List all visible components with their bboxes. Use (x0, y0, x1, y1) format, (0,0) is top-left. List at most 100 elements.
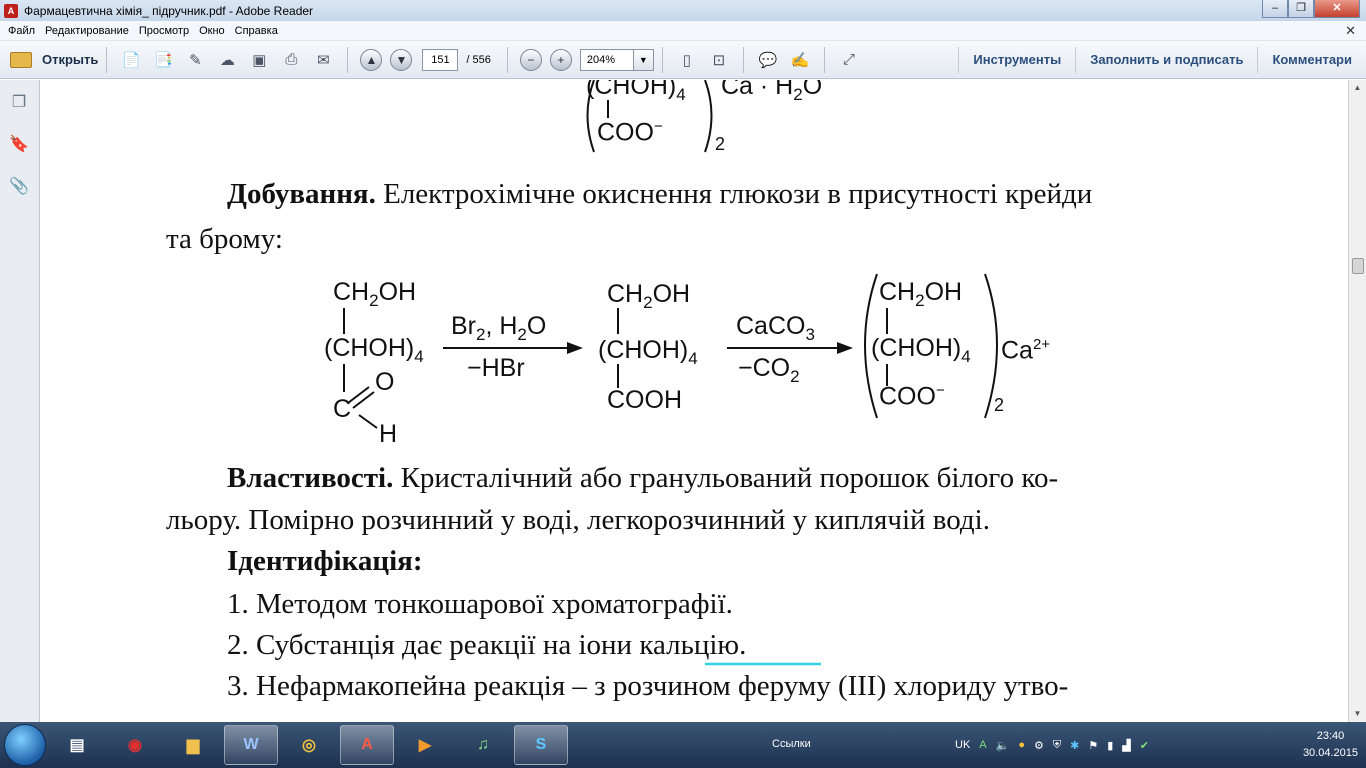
clock[interactable]: 23:40 30.04.2015 (1303, 728, 1358, 762)
tray-a-icon[interactable]: A (979, 739, 986, 751)
comments-tab[interactable]: Комментари (1257, 47, 1366, 73)
maximize-button[interactable]: ❐ (1288, 0, 1314, 18)
window-title: Фармацевтична хімія_ підручник.pdf - Ado… (24, 3, 314, 18)
menu-edit[interactable]: Редактирование (45, 25, 129, 37)
full-screen-icon[interactable]: ⤢ (837, 49, 861, 71)
toolbar-divider (661, 46, 663, 73)
zoom-out-icon[interactable]: − (519, 48, 542, 71)
clock-time: 23:40 (1316, 730, 1345, 742)
scroll-thumb[interactable] (1352, 258, 1364, 274)
toolbar-divider (347, 46, 349, 73)
previous-page-icon[interactable]: ▲ (360, 48, 383, 71)
toolbar-right-tabs: Инструменты Заполнить и подписать Коммен… (958, 41, 1366, 79)
document-view[interactable]: (CHOH)4 Ca · H2O COO− 2 Добування. Елект… (41, 80, 1348, 722)
tray-notification-icon[interactable]: ● (1018, 739, 1025, 751)
taskbar-chrome-icon[interactable]: ◎ (282, 725, 336, 765)
identification-item-2: 2. Субстанція дає реакції на іони кальці… (227, 629, 747, 661)
print-icon[interactable]: ⎙ (279, 49, 303, 71)
tray-bluetooth-icon[interactable]: ✱ (1070, 739, 1079, 752)
chemical-structure-lines (343, 80, 998, 666)
reactant1-h: H (379, 420, 398, 448)
zoom-dropdown-icon[interactable]: ▼ (633, 48, 654, 71)
fit-page-icon[interactable]: ▯ (675, 49, 699, 71)
open-label: Открыть (42, 52, 99, 67)
cloud-upload-icon[interactable]: ☁ (215, 49, 239, 71)
save-icon[interactable]: ▣ (247, 49, 271, 71)
identification-heading: Ідентифікація: (227, 545, 423, 577)
taskbar-folder-icon[interactable]: ▆ (166, 725, 220, 765)
tray-check-icon[interactable]: ✔ (1140, 739, 1149, 752)
menu-view[interactable]: Просмотр (139, 25, 189, 37)
open-button[interactable]: Открыть (10, 51, 99, 68)
reactant1-chohoh: (CHOH)4 (324, 334, 424, 366)
vertical-scrollbar[interactable]: ▲ ▼ (1348, 80, 1366, 722)
page-thumbnails-icon[interactable]: ❐ (9, 92, 29, 114)
product-ch2oh: CH2OH (879, 278, 963, 310)
taskbar-word-icon[interactable]: W (224, 725, 278, 765)
reactant2-chohoh: (CHOH)4 (598, 336, 698, 368)
tray-flag-icon[interactable]: ⚑ (1088, 739, 1098, 752)
tray-shield-icon[interactable]: ⛨ (1053, 739, 1061, 752)
toolbar: Открыть 📄 📑 ✎ ☁ ▣ ⎙ ✉ ▲ ▼ 151 / 556 − + … (0, 41, 1366, 79)
top-formula-coo: COO− (597, 118, 663, 147)
attachments-icon[interactable]: 📎 (9, 176, 29, 198)
menu-window[interactable]: Окно (199, 25, 225, 37)
scroll-down-icon[interactable]: ▼ (1349, 706, 1366, 722)
identification-item-3: 3. Нефармакопейна реакція – з розчином ф… (227, 670, 1069, 702)
zoom-in-icon[interactable]: + (549, 48, 572, 71)
reactant1-o: O (375, 368, 395, 396)
window-controls: – ❐ ✕ (1262, 0, 1360, 18)
taskbar-skype-icon[interactable]: S (514, 725, 568, 765)
menu-help[interactable]: Справка (235, 25, 278, 37)
taskbar-music-icon[interactable]: ♫ (456, 725, 510, 765)
comment-icon[interactable]: 💬 (756, 49, 780, 71)
tray-network-icon[interactable]: ⚙ (1034, 739, 1044, 752)
links-toolbar[interactable]: Ссылки (772, 738, 811, 750)
close-button[interactable]: ✕ (1314, 0, 1360, 18)
fit-width-icon[interactable]: ⊡ (707, 49, 731, 71)
menu-bar: Файл Редактирование Просмотр Окно Справк… (0, 21, 1366, 41)
email-icon[interactable]: ✉ (311, 49, 335, 71)
product-coo: COO− (879, 382, 945, 411)
start-button[interactable] (4, 724, 46, 766)
reactant1-c: C (333, 395, 352, 423)
signal-icon[interactable]: ▟ (1122, 739, 1130, 752)
taskbar: ▤ ◉ ▆ W ◎ A ▶ ♫ S Ссылки UK A 🔈 ● ⚙ ⛨ ✱ … (0, 722, 1366, 768)
folder-icon (10, 51, 32, 68)
taskbar-media-player-icon[interactable]: ▶ (398, 725, 452, 765)
page-number-input[interactable]: 151 (422, 48, 459, 71)
battery-icon[interactable]: ▮ (1107, 739, 1113, 752)
reactant2-cooh: COOH (607, 386, 682, 414)
navigation-pane: ❐ 🔖 📎 (0, 80, 40, 722)
next-page-icon[interactable]: ▼ (390, 48, 413, 71)
language-indicator[interactable]: UK (955, 739, 970, 751)
bookmarks-icon[interactable]: 🔖 (9, 134, 29, 156)
arrow1-reagents: Br2, H2O (451, 312, 547, 344)
export-pdf-icon[interactable]: 📑 (151, 49, 175, 71)
tools-tab[interactable]: Инструменты (958, 47, 1075, 73)
taskbar-virgin-icon[interactable]: ◉ (108, 725, 162, 765)
product-chohoh: (CHOH)4 (871, 334, 971, 366)
calcium-link[interactable]: кальцію (639, 629, 739, 661)
top-formula-chohoh: (CHOH)4 (586, 80, 686, 104)
toolbar-divider (106, 46, 108, 73)
title-bar: A Фармацевтична хімія_ підручник.pdf - A… (0, 0, 1366, 21)
volume-icon[interactable]: 🔈 (996, 739, 1010, 752)
highlight-icon[interactable]: ✍ (788, 49, 812, 71)
reactant1-ch2oh: CH2OH (333, 278, 417, 310)
scroll-up-icon[interactable]: ▲ (1349, 80, 1366, 96)
toolbar-divider (823, 46, 825, 73)
zoom-level-field[interactable]: 204% (579, 48, 634, 71)
minimize-button[interactable]: – (1262, 0, 1288, 18)
menu-file[interactable]: Файл (8, 25, 35, 37)
toolbar-divider (506, 46, 508, 73)
taskbar-explorer-drive-icon[interactable]: ▤ (50, 725, 104, 765)
fill-sign-tab[interactable]: Заполнить и подписать (1075, 47, 1257, 73)
taskbar-adobe-reader-icon[interactable]: A (340, 725, 394, 765)
edit-pdf-icon[interactable]: ✎ (183, 49, 207, 71)
product-bracket-sub: 2 (994, 395, 1005, 415)
arrow2-reagent: CaCO3 (736, 312, 815, 344)
create-pdf-icon[interactable]: 📄 (119, 49, 143, 71)
system-tray: UK A 🔈 ● ⚙ ⛨ ✱ ⚑ ▮ ▟ ✔ (955, 722, 1158, 768)
close-document-icon[interactable]: ✕ (1345, 23, 1356, 39)
